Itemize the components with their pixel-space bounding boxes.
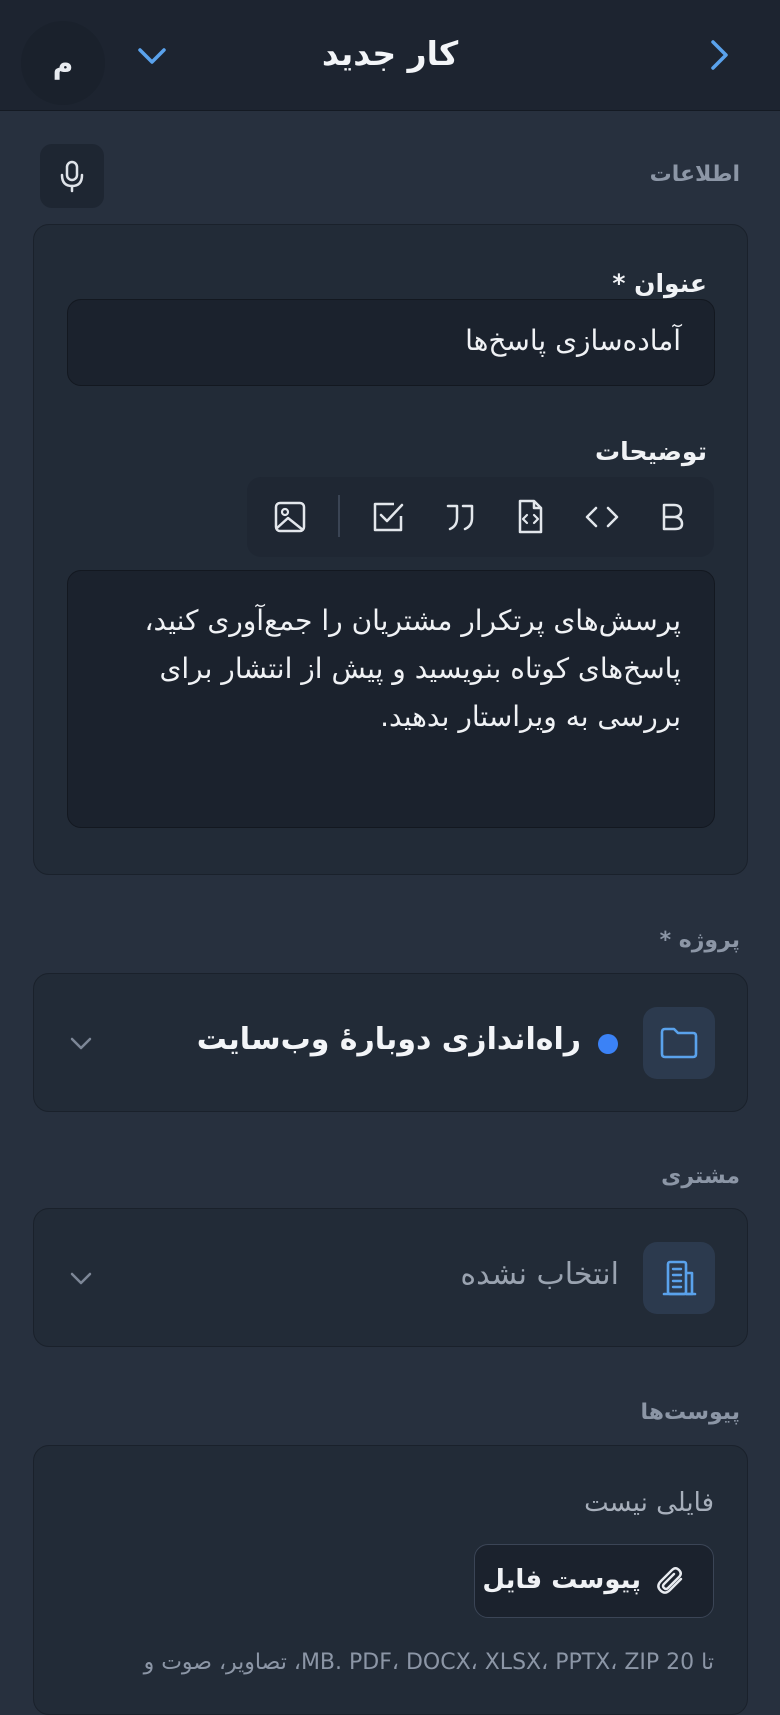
attachments-card: فایلی نیست پیوست فایل تا 20 MB. PDF، DOC…	[33, 1445, 748, 1715]
avatar[interactable]: م	[21, 21, 105, 105]
chevron-down-icon	[138, 48, 166, 64]
chevron-down-icon	[70, 1037, 92, 1050]
attach-file-label: پیوست فایل	[482, 1565, 641, 1595]
voice-input-button[interactable]	[40, 144, 104, 208]
app-header: کار جدید م	[0, 0, 780, 111]
description-textarea[interactable]: پرسش‌های پرتکرار مشتریان را جمع‌آوری کنی…	[67, 570, 715, 828]
project-color-dot	[598, 1034, 618, 1054]
bold-icon[interactable]	[652, 497, 692, 537]
client-label: مشتری	[661, 1164, 740, 1189]
chevron-down-icon	[70, 1272, 92, 1285]
client-select[interactable]: انتخاب نشده	[33, 1208, 748, 1347]
project-icon-tile	[643, 1007, 715, 1079]
title-input[interactable]: آماده‌سازی پاسخ‌ها	[67, 299, 715, 386]
code-icon[interactable]	[582, 497, 622, 537]
page-title: کار جدید	[321, 34, 459, 73]
attach-file-button[interactable]: پیوست فایل	[474, 1544, 714, 1618]
microphone-icon	[60, 160, 84, 193]
toolbar-divider	[338, 495, 340, 537]
paperclip-icon	[657, 1567, 683, 1594]
no-file-text: فایلی نیست	[584, 1488, 714, 1518]
attachments-hint: تا 20 MB. PDF، DOCX، XLSX، PPTX، ZIP، تص…	[143, 1650, 714, 1675]
attachments-label: پیوست‌ها	[640, 1400, 740, 1425]
checklist-icon[interactable]	[368, 497, 408, 537]
editor-toolbar	[247, 477, 714, 557]
project-select[interactable]: راه‌اندازی دوبارهٔ وب‌سایت	[33, 973, 748, 1112]
project-selected-value: راه‌اندازی دوبارهٔ وب‌سایت	[196, 1022, 581, 1057]
section-label-info: اطلاعات	[649, 162, 740, 187]
image-icon[interactable]	[270, 497, 310, 537]
description-label: توضیحات	[595, 437, 707, 466]
client-placeholder: انتخاب نشده	[460, 1257, 619, 1292]
building-icon	[662, 1260, 697, 1296]
quote-icon[interactable]	[440, 497, 480, 537]
client-icon-tile	[643, 1242, 715, 1314]
title-label: عنوان *	[612, 269, 707, 298]
header-menu-button[interactable]	[135, 41, 169, 71]
code-block-icon[interactable]	[510, 497, 550, 537]
info-card: عنوان * آماده‌سازی پاسخ‌ها توضیحات	[33, 224, 748, 875]
project-label: پروژه *	[659, 928, 740, 953]
folder-icon	[660, 1027, 698, 1059]
